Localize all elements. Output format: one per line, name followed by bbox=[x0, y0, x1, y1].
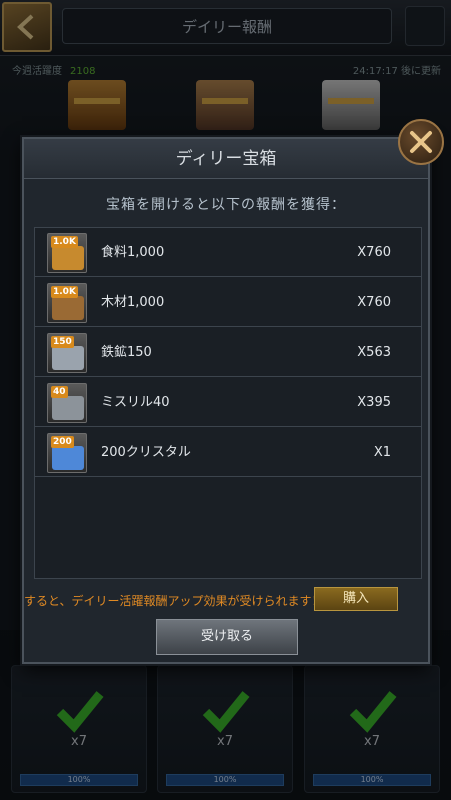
item-name: ミスリル40 bbox=[101, 395, 170, 410]
item-badge: 1.0K bbox=[51, 286, 78, 298]
item-name: 木材1,000 bbox=[101, 295, 165, 310]
close-icon bbox=[410, 131, 432, 153]
dialog-header: ディリー宝箱 bbox=[24, 139, 428, 179]
iron-icon: 150 bbox=[47, 333, 87, 373]
dialog-title: ディリー宝箱 bbox=[175, 149, 277, 169]
item-name: 200クリスタル bbox=[101, 445, 191, 460]
food-icon: 1.0K bbox=[47, 233, 87, 273]
item-quantity: X1 bbox=[373, 445, 391, 460]
reward-list: 1.0K 食料1,000 X760 1.0K 木材1,000 X760 150 … bbox=[34, 227, 422, 579]
item-quantity: X760 bbox=[357, 295, 391, 310]
crystal-icon: 200 bbox=[47, 433, 87, 473]
list-item: 150 鉄鉱150 X563 bbox=[35, 328, 421, 377]
item-name: 食料1,000 bbox=[101, 245, 165, 260]
vip-bonus-text: すると、デイリー活躍報酬アップ効果が受けられます！ bbox=[24, 594, 324, 608]
item-badge: 1.0K bbox=[51, 236, 78, 248]
daily-chest-dialog: ディリー宝箱 宝箱を開けると以下の報酬を獲得： 1.0K 食料1,000 X76… bbox=[22, 137, 430, 664]
list-item: 40 ミスリル40 X395 bbox=[35, 378, 421, 427]
buy-button[interactable]: 購入 bbox=[314, 587, 398, 611]
item-quantity: X563 bbox=[357, 345, 391, 360]
close-button[interactable] bbox=[398, 119, 444, 165]
dialog-subtitle: 宝箱を開けると以下の報酬を獲得： bbox=[106, 197, 346, 213]
receive-button[interactable]: 受け取る bbox=[156, 619, 298, 655]
list-item: 200 200クリスタル X1 bbox=[35, 428, 421, 477]
item-quantity: X395 bbox=[357, 395, 391, 410]
wood-icon: 1.0K bbox=[47, 283, 87, 323]
item-badge: 40 bbox=[51, 386, 68, 398]
list-item: 1.0K 木材1,000 X760 bbox=[35, 278, 421, 327]
mithril-icon: 40 bbox=[47, 383, 87, 423]
item-name: 鉄鉱150 bbox=[101, 345, 152, 360]
list-item: 1.0K 食料1,000 X760 bbox=[35, 228, 421, 277]
item-quantity: X760 bbox=[357, 245, 391, 260]
item-badge: 200 bbox=[51, 436, 74, 448]
item-badge: 150 bbox=[51, 336, 74, 348]
